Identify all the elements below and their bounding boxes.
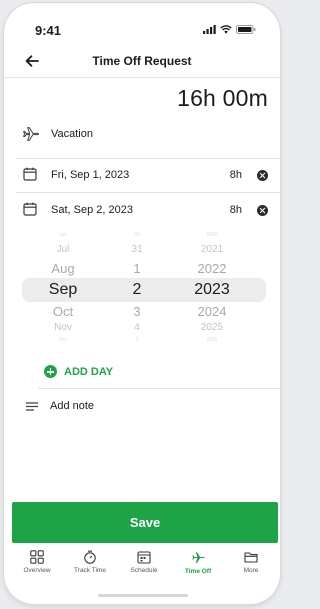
status-time: 9:41 xyxy=(35,23,62,38)
day-hours[interactable]: 8h xyxy=(230,169,242,181)
divider xyxy=(16,192,280,193)
tab-label: Schedule xyxy=(130,567,158,574)
tab-time-off[interactable]: Time Off xyxy=(171,550,225,575)
divider xyxy=(16,158,280,159)
day-wheel[interactable]: 30 31 1 2 3 4 5 xyxy=(97,231,177,349)
picker-year-option[interactable]: 2021 xyxy=(172,244,252,255)
signal-icon xyxy=(203,25,216,34)
calendar-icon xyxy=(137,551,151,564)
month-wheel[interactable]: Jun Jul Aug Sep Oct Nov Dec xyxy=(23,231,103,349)
folder-icon xyxy=(244,552,258,563)
tab-label: Track Time xyxy=(74,567,106,574)
divider xyxy=(38,388,280,389)
note-lines-icon xyxy=(26,402,38,411)
time-off-type-row[interactable]: Vacation xyxy=(4,119,280,149)
stopwatch-icon xyxy=(84,550,96,564)
overview-icon xyxy=(30,550,44,564)
picker-day-option[interactable]: 31 xyxy=(97,244,177,255)
add-day-button[interactable]: ADD DAY xyxy=(44,365,113,378)
remove-day-icon[interactable] xyxy=(257,205,268,216)
wifi-icon xyxy=(220,25,232,34)
top-bar: Time Off Request xyxy=(4,45,280,78)
picker-month-option[interactable]: Oct xyxy=(23,304,103,319)
picker-year-option[interactable]: 2024 xyxy=(172,304,252,319)
time-off-type-label: Vacation xyxy=(51,128,93,140)
calendar-icon xyxy=(23,167,37,181)
picker-day-option[interactable]: 5 xyxy=(97,337,177,343)
picker-month-option[interactable]: Nov xyxy=(23,322,103,333)
picker-month-option[interactable]: Jun xyxy=(23,232,103,238)
tab-label: More xyxy=(243,567,259,574)
day-hours[interactable]: 8h xyxy=(230,204,242,216)
status-bar: 9:41 xyxy=(4,3,280,43)
tab-overview[interactable]: Overview xyxy=(10,550,64,574)
picker-day-option[interactable]: 30 xyxy=(97,232,177,238)
picker-day-option[interactable]: 1 xyxy=(97,261,177,276)
picker-month-option[interactable]: Aug xyxy=(23,261,103,276)
picker-year-option[interactable]: 2026 xyxy=(172,337,252,343)
picker-month-option[interactable]: Dec xyxy=(23,337,103,343)
calendar-icon xyxy=(23,202,37,216)
phone-screen: 9:41 Time Off Request 16h 00m Vacation F… xyxy=(4,3,280,604)
battery-icon xyxy=(236,25,256,34)
tab-label: Overview xyxy=(23,567,51,574)
year-wheel[interactable]: 2020 2021 2022 2023 2024 2025 2026 xyxy=(172,231,252,349)
tab-track-time[interactable]: Track Time xyxy=(63,550,117,574)
day-row[interactable]: Sat, Sep 2, 2023 8h xyxy=(4,194,280,224)
picker-day-selected[interactable]: 2 xyxy=(97,281,177,299)
day-date: Fri, Sep 1, 2023 xyxy=(51,169,130,181)
add-day-label: ADD DAY xyxy=(64,365,114,378)
tab-schedule[interactable]: Schedule xyxy=(117,550,171,574)
add-note-field[interactable]: Add note xyxy=(4,393,280,421)
picker-year-option[interactable]: 2020 xyxy=(172,232,252,238)
save-button[interactable]: Save xyxy=(12,502,278,543)
picker-year-option[interactable]: 2022 xyxy=(172,261,252,276)
picker-year-option[interactable]: 2025 xyxy=(172,322,252,333)
tab-label: Time Off xyxy=(184,568,212,575)
page-title: Time Off Request xyxy=(92,54,192,68)
tab-more[interactable]: More xyxy=(224,550,278,574)
total-hours: 16h 00m xyxy=(177,85,268,111)
home-indicator xyxy=(98,594,188,597)
picker-year-selected[interactable]: 2023 xyxy=(172,281,252,299)
bottom-tab-bar: Overview Track Time Schedule Time Off Mo… xyxy=(4,546,280,586)
picker-month-option[interactable]: Jul xyxy=(23,244,103,255)
add-note-placeholder: Add note xyxy=(50,400,95,412)
picker-day-option[interactable]: 3 xyxy=(97,304,177,319)
airplane-icon xyxy=(191,552,205,563)
picker-day-option[interactable]: 4 xyxy=(97,322,177,333)
picker-month-selected[interactable]: Sep xyxy=(23,281,103,299)
plus-circle-icon xyxy=(44,365,57,378)
day-row[interactable]: Fri, Sep 1, 2023 8h xyxy=(4,160,280,190)
day-date: Sat, Sep 2, 2023 xyxy=(51,204,133,216)
airplane-icon xyxy=(23,127,39,141)
remove-day-icon[interactable] xyxy=(257,170,268,181)
date-picker-wheel[interactable]: Jun Jul Aug Sep Oct Nov Dec 30 31 1 2 3 … xyxy=(4,231,280,349)
